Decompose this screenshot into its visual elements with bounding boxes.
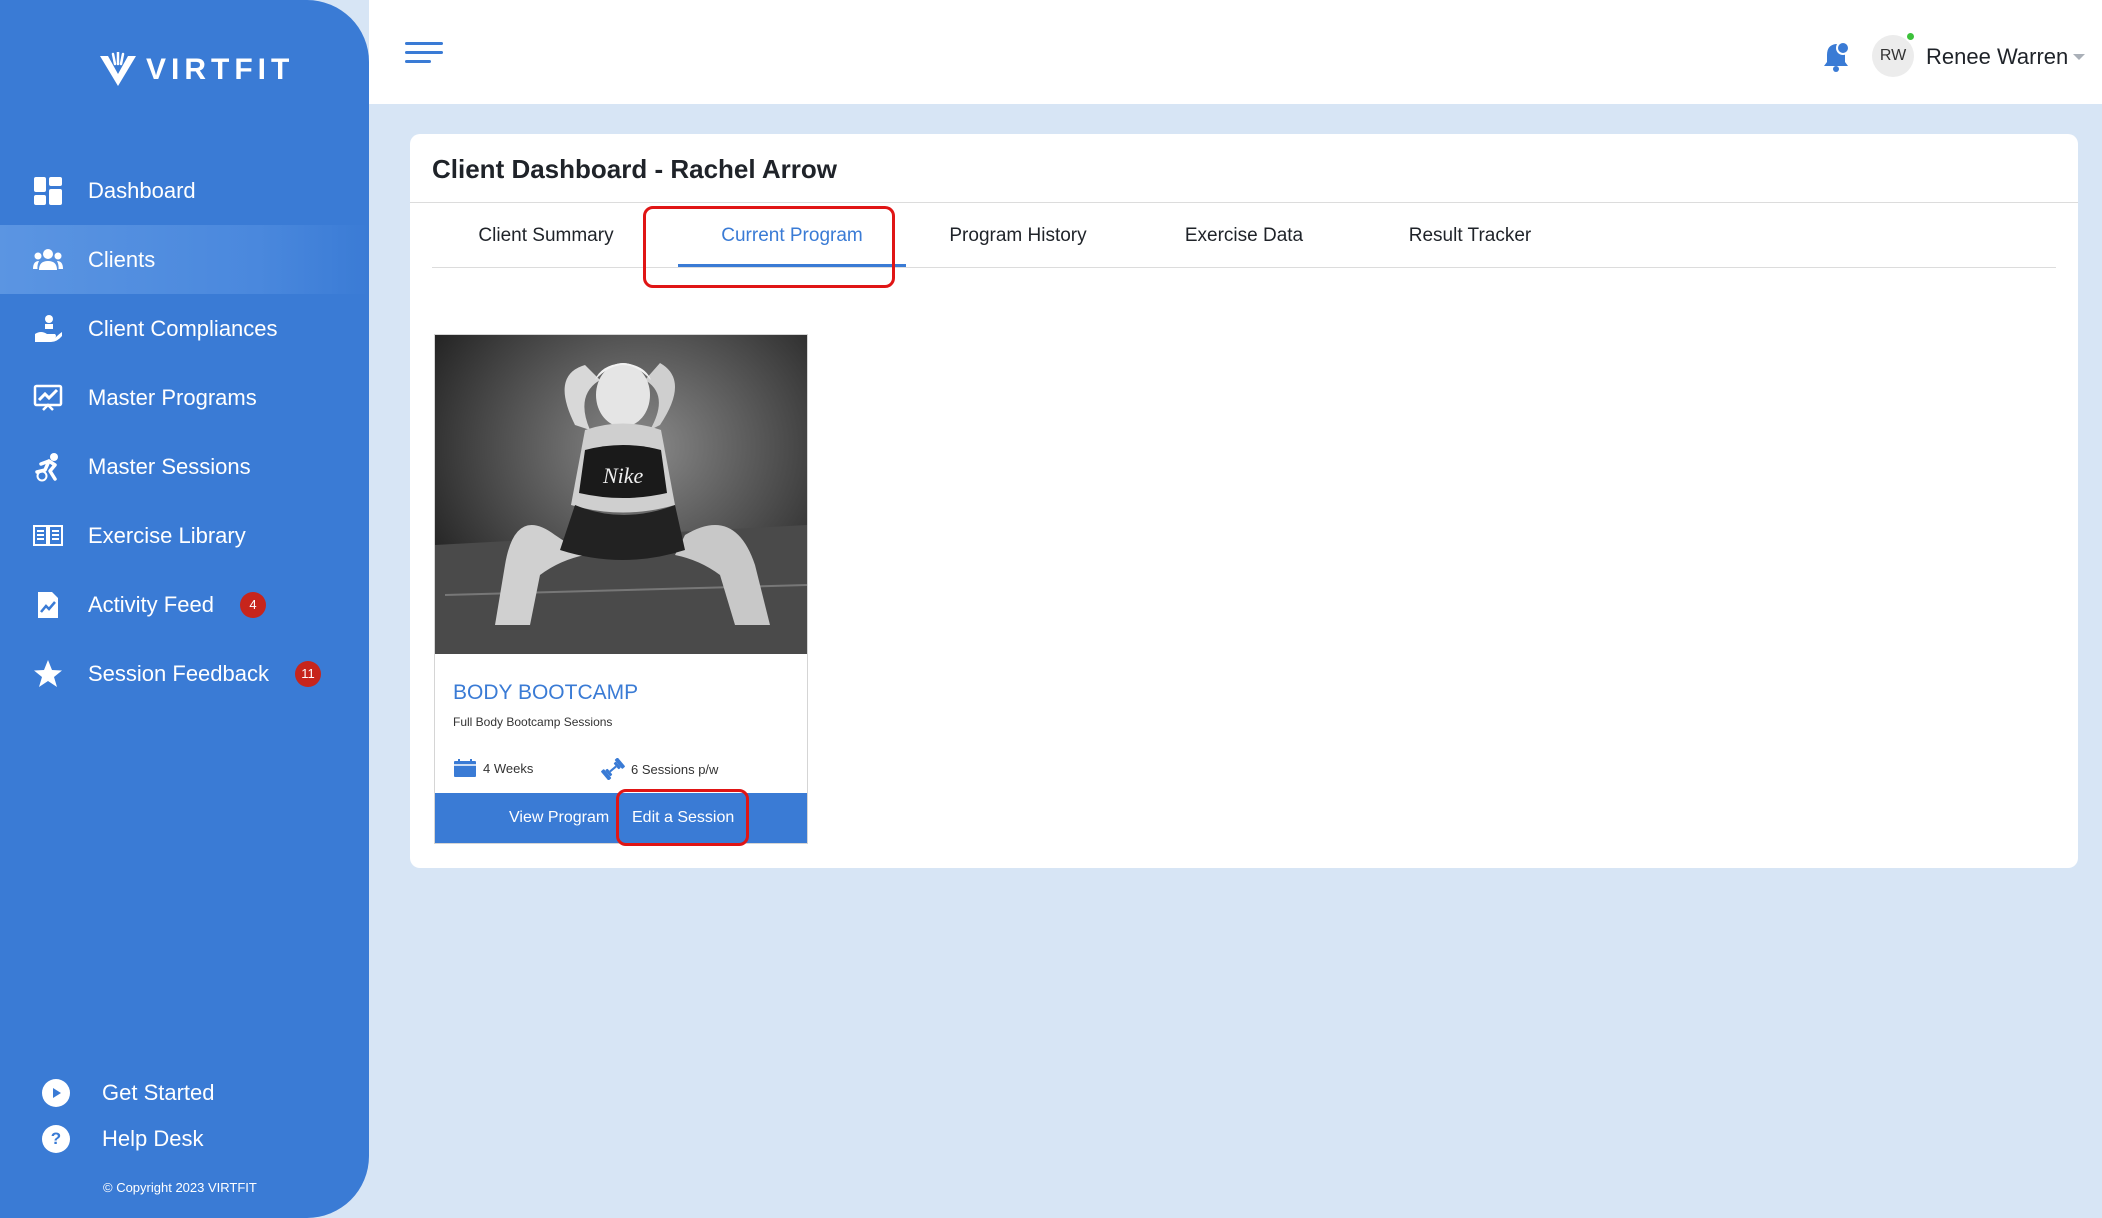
get-started-label: Get Started — [102, 1080, 215, 1105]
sidebar-item-label: Session Feedback — [88, 660, 269, 686]
program-photo: Nike — [435, 335, 807, 654]
bell-icon[interactable] — [1822, 40, 1852, 72]
sidebar-item-label: Master Programs — [88, 384, 257, 410]
sidebar-item-label: Dashboard — [88, 177, 196, 203]
dumbbell-icon — [601, 758, 625, 780]
chart-board-icon — [32, 382, 64, 414]
page-title: Client Dashboard - Rachel Arrow — [432, 154, 837, 184]
client-dashboard-panel: Client Dashboard - Rachel Arrow Client S… — [410, 134, 2078, 868]
program-card: Nike BODY BOOTCAMP Full Body Bootcamp Se… — [434, 334, 808, 844]
user-name[interactable]: Renee Warren — [1926, 44, 2068, 70]
tab-client-summary[interactable]: Client Summary — [432, 204, 660, 267]
sidebar-item-dashboard[interactable]: Dashboard — [0, 156, 369, 225]
virtfit-logo-icon — [100, 52, 136, 86]
users-icon — [32, 244, 64, 276]
help-desk-label: Help Desk — [102, 1126, 204, 1151]
sidebar-bottom-links: Get Started ? Help Desk — [0, 1070, 369, 1162]
sidebar-item-label: Master Sessions — [88, 453, 251, 479]
sidebar-item-master-programs[interactable]: Master Programs — [0, 363, 369, 432]
virtfit-logo[interactable]: VIRTFIT — [98, 52, 294, 88]
program-duration-text: 4 Weeks — [483, 760, 534, 776]
avatar[interactable]: RW — [1872, 31, 1916, 77]
nike-logo-text: Nike — [602, 463, 644, 488]
tab-result-tracker[interactable]: Result Tracker — [1356, 204, 1584, 267]
program-title[interactable]: BODY BOOTCAMP — [453, 681, 638, 705]
sidebar: VIRTFIT Dashboard Clients Client Complia… — [0, 0, 369, 1218]
top-bar: RW Renee Warren — [369, 0, 2102, 104]
sidebar-item-master-sessions[interactable]: Master Sessions — [0, 432, 369, 501]
sidebar-item-activity-feed[interactable]: Activity Feed 4 — [0, 570, 369, 639]
session-feedback-badge: 11 — [295, 660, 321, 687]
calendar-icon — [454, 759, 476, 777]
edit-session-button[interactable]: Edit a Session — [632, 793, 734, 843]
chevron-down-icon[interactable] — [2072, 53, 2086, 61]
feed-icon — [32, 589, 64, 621]
dashboard-icon — [32, 175, 64, 207]
help-desk-link[interactable]: ? Help Desk — [0, 1116, 369, 1162]
program-image: Nike — [435, 335, 807, 654]
sidebar-item-exercise-library[interactable]: Exercise Library — [0, 501, 369, 570]
star-icon — [32, 658, 64, 690]
runner-icon — [32, 451, 64, 483]
online-status-indicator — [1905, 31, 1916, 42]
sidebar-item-label: Clients — [88, 246, 156, 272]
client-tabs: Client Summary Current Program Program H… — [432, 204, 2056, 268]
sidebar-item-session-feedback[interactable]: Session Feedback 11 — [0, 639, 369, 708]
tab-exercise-data[interactable]: Exercise Data — [1130, 204, 1358, 267]
avatar-initials: RW — [1879, 47, 1907, 64]
program-subtitle: Full Body Bootcamp Sessions — [453, 715, 613, 729]
program-card-footer: View Program Edit a Session — [435, 793, 807, 843]
question-icon: ? — [42, 1125, 70, 1153]
sidebar-item-client-compliances[interactable]: Client Compliances — [0, 294, 369, 363]
program-frequency-text: 6 Sessions p/w — [631, 761, 719, 777]
menu-icon[interactable] — [405, 42, 443, 64]
sidebar-item-label: Exercise Library — [88, 522, 246, 548]
program-duration: 4 Weeks — [453, 758, 533, 778]
sidebar-item-label: Activity Feed — [88, 591, 214, 617]
brand-name: VIRTFIT — [146, 53, 295, 86]
sidebar-nav: Dashboard Clients Client Compliances Mas… — [0, 156, 369, 708]
book-icon — [32, 520, 64, 552]
tab-program-history[interactable]: Program History — [904, 204, 1132, 267]
program-frequency: 6 Sessions p/w — [601, 758, 718, 780]
tab-current-program[interactable]: Current Program — [678, 204, 906, 267]
play-icon — [42, 1079, 70, 1107]
activity-feed-badge: 4 — [239, 591, 266, 618]
sidebar-item-clients[interactable]: Clients — [0, 225, 369, 294]
title-divider — [410, 202, 2078, 203]
copyright-text: © Copyright 2023 VIRTFIT — [103, 1180, 257, 1195]
get-started-link[interactable]: Get Started — [0, 1070, 369, 1116]
hand-heart-icon — [32, 313, 64, 345]
sidebar-item-label: Client Compliances — [88, 315, 278, 341]
view-program-button[interactable]: View Program — [509, 793, 609, 843]
